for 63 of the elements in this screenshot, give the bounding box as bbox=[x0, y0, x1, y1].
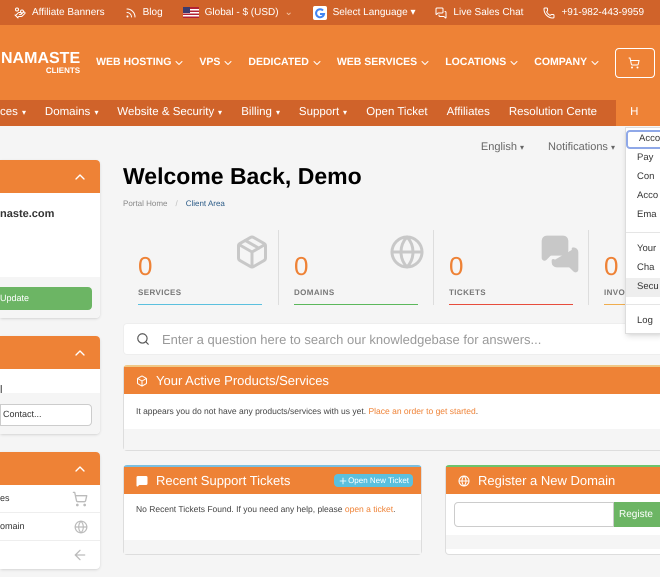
top-bar-link[interactable]: Live Sales Chat bbox=[435, 5, 524, 20]
dropdown-item[interactable]: Your bbox=[626, 240, 660, 259]
language-menu[interactable]: English ▾ bbox=[480, 139, 524, 156]
nav-item[interactable]: Resolution Cente bbox=[508, 100, 616, 126]
panel-text: No Recent Tickets Found. If you need any help, please open a ticket. bbox=[136, 503, 396, 516]
stat-label: SERVICES bbox=[138, 287, 182, 300]
stat-count: 0 bbox=[138, 253, 152, 280]
dropdown-item[interactable]: Con bbox=[626, 168, 660, 187]
logo[interactable]: NAMASTE CLIENTS bbox=[1, 50, 80, 74]
search-input[interactable]: Enter a question here to search our knowledgebase for answers... bbox=[162, 330, 660, 349]
order-link[interactable]: Place an order to get started bbox=[368, 406, 476, 416]
main-menu-item[interactable]: COMPANY bbox=[534, 54, 602, 70]
register-button[interactable]: Registe bbox=[614, 502, 660, 527]
dropdown-item[interactable]: Acco bbox=[626, 130, 660, 149]
update-button[interactable]: Update bbox=[0, 287, 92, 310]
panel-text: It appears you do not have any products/services with us yet. Place an order to get started. bbox=[136, 405, 478, 418]
main-menu-item[interactable]: DEDICATED bbox=[248, 54, 323, 70]
main-menu-item[interactable]: LOCATIONS bbox=[445, 54, 520, 70]
main-menu-item[interactable]: WEB HOSTING bbox=[96, 54, 186, 70]
nav-item[interactable]: Domains ▾ bbox=[44, 100, 118, 126]
panel-text: naste.com bbox=[0, 208, 54, 220]
main-menu-item[interactable]: VPS bbox=[199, 54, 234, 70]
dropdown-item[interactable]: Ema bbox=[626, 206, 660, 225]
nav-item[interactable]: Website & Security ▾ bbox=[117, 100, 242, 126]
nav-item[interactable]: H bbox=[616, 100, 660, 126]
nav-item[interactable]: Open Ticket bbox=[366, 100, 447, 126]
stat-label: DOMAINS bbox=[294, 287, 335, 300]
nav-item[interactable]: ces ▾ bbox=[0, 100, 45, 126]
panel-title: Your Active Products/Services bbox=[156, 372, 329, 390]
breadcrumb-separator: / bbox=[175, 198, 178, 210]
language-menu[interactable]: Notifications ▾ bbox=[548, 139, 615, 156]
stat-count: 0 bbox=[294, 253, 308, 280]
open-ticket-link[interactable]: open a ticket bbox=[344, 504, 394, 514]
stat-label: INVO bbox=[604, 287, 625, 300]
stat-tile[interactable]: 0 DOMAINS bbox=[278, 230, 433, 306]
top-bar-link[interactable]: Global - $ (USD) ⌄ bbox=[182, 5, 293, 20]
dropdown-item[interactable]: Acco bbox=[626, 187, 660, 206]
breadcrumb-link[interactable]: Client Area bbox=[186, 198, 225, 210]
breadcrumb-link[interactable]: Portal Home bbox=[123, 198, 168, 210]
stat-count: 0 bbox=[604, 253, 618, 280]
dropdown-item[interactable]: Cha bbox=[626, 259, 660, 278]
nav-item[interactable]: Affiliates bbox=[446, 100, 509, 126]
stat-tile[interactable]: 0 SERVICES bbox=[123, 230, 278, 306]
page-title: Welcome Back, Demo bbox=[123, 162, 362, 190]
nav-item[interactable]: Billing ▾ bbox=[241, 100, 299, 126]
top-bar-link[interactable]: +91-982-443-9959 bbox=[543, 5, 644, 20]
dropdown-item[interactable]: Pay bbox=[626, 149, 660, 168]
panel-title: Register a New Domain bbox=[478, 472, 616, 490]
nav-item[interactable]: Support ▾ bbox=[298, 100, 366, 126]
main-menu-item[interactable]: WEB SERVICES bbox=[336, 54, 432, 70]
top-bar-link[interactable]: Select Language ▾ bbox=[312, 5, 416, 20]
stat-count: 0 bbox=[449, 253, 464, 280]
panel-text: l bbox=[0, 384, 2, 396]
open-ticket-button[interactable]: Open New Ticket bbox=[334, 474, 413, 487]
sidebar-item[interactable]: es bbox=[0, 485, 100, 513]
top-bar-link[interactable]: Affiliate Banners bbox=[14, 5, 105, 20]
stat-label: TICKETS bbox=[449, 287, 486, 300]
sidebar-item[interactable]: omain bbox=[0, 513, 100, 541]
stat-tile[interactable]: 0 TICKETS bbox=[433, 230, 588, 306]
dropdown-item[interactable]: Secu bbox=[626, 278, 660, 297]
contact-select[interactable]: Contact... bbox=[0, 404, 92, 426]
top-bar-link[interactable]: Blog bbox=[124, 5, 163, 20]
panel-title: Recent Support Tickets bbox=[156, 472, 292, 490]
